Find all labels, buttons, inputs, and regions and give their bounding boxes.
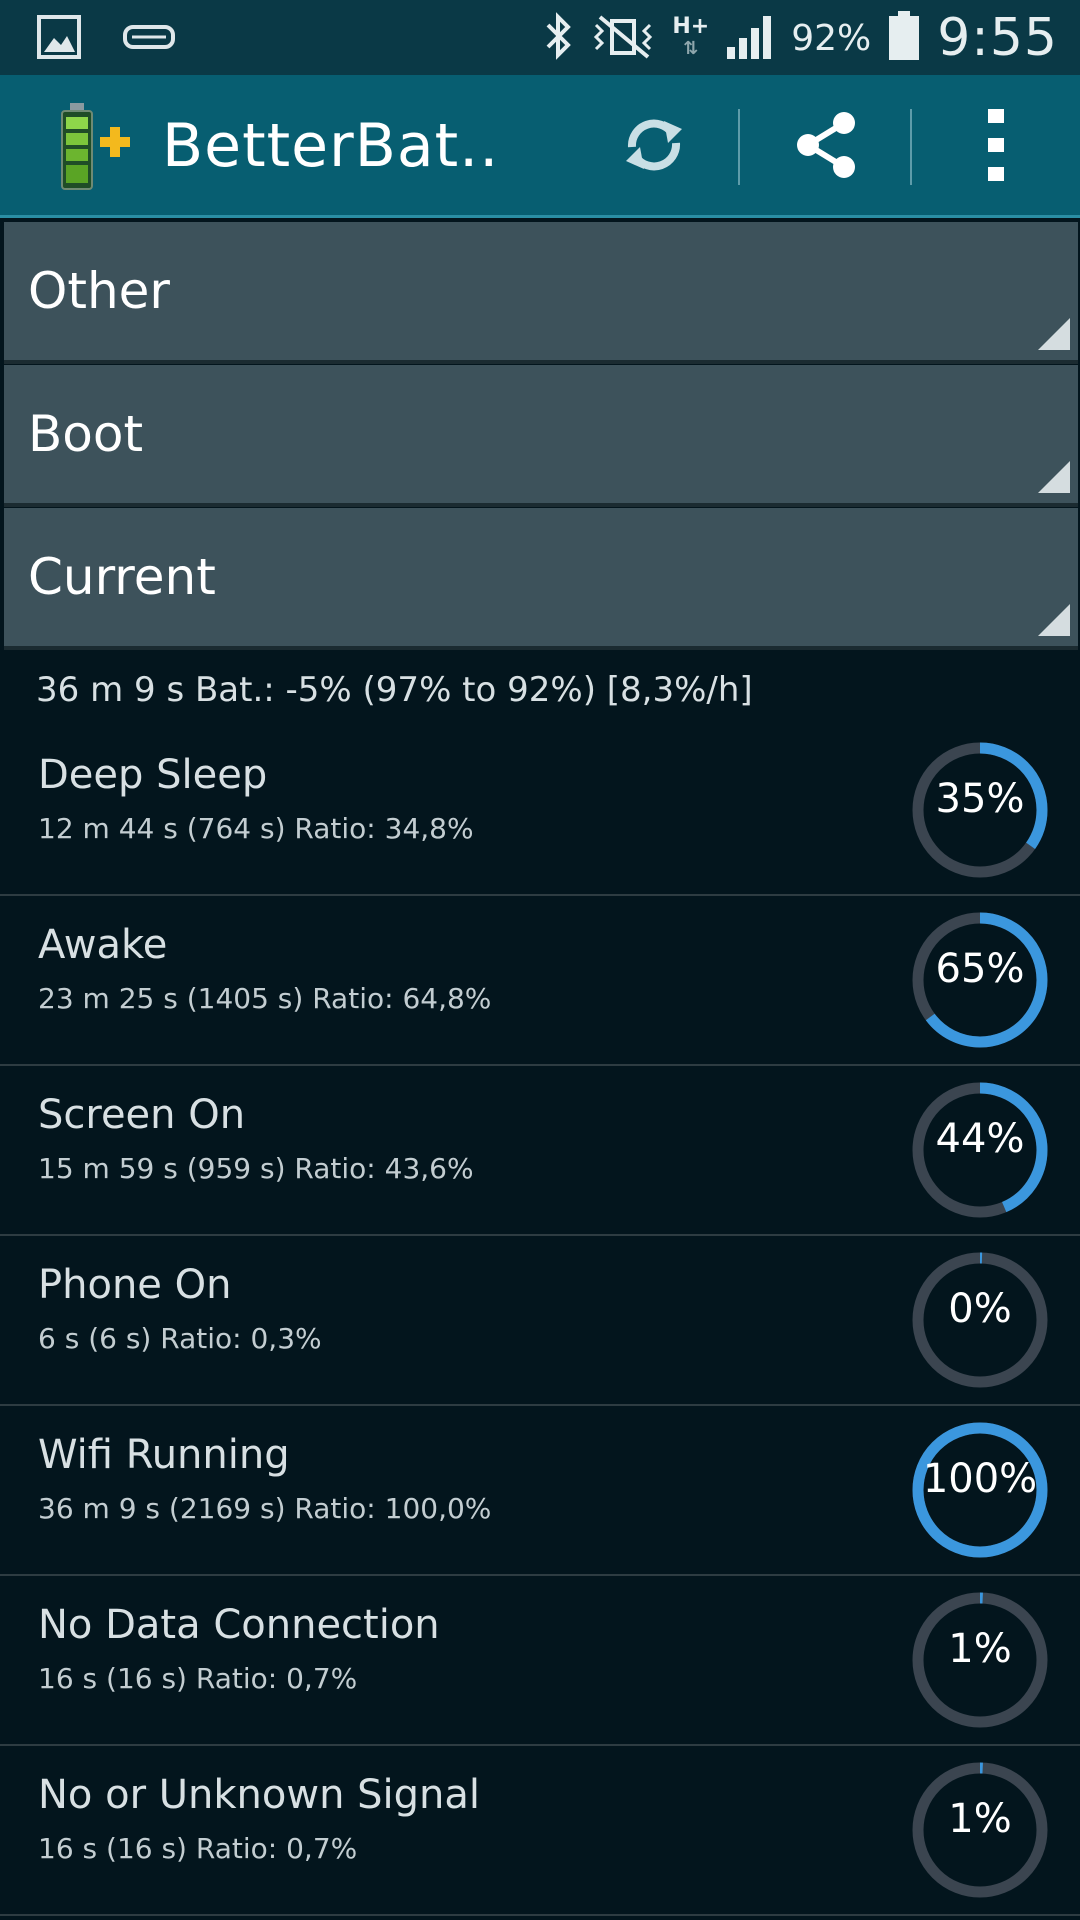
row-detail: 36 m 9 s (2169 s) Ratio: 100,0% (38, 1492, 492, 1525)
dropdown-triangle-icon (1038, 318, 1070, 350)
row-title: No or Unknown Signal (38, 1772, 481, 1818)
row-detail: 16 s (16 s) Ratio: 0,7% (38, 1662, 358, 1695)
network-type-label: H+ (672, 14, 710, 39)
battery-plus-icon[interactable] (56, 103, 136, 197)
list-item[interactable]: Deep Sleep 12 m 44 s (764 s) Ratio: 34,8… (0, 726, 1080, 896)
data-arrows-icon: ⇅ (683, 38, 699, 59)
spinner-other[interactable]: Other (4, 222, 1078, 364)
percent-label: 35% (935, 776, 1025, 822)
overflow-menu-button[interactable] (948, 97, 1044, 193)
spinner-label: Current (28, 548, 216, 606)
spinner-boot[interactable]: Boot (4, 365, 1078, 507)
percent-label: 1% (948, 1626, 1012, 1672)
row-detail: 16 s (16 s) Ratio: 0,7% (38, 1832, 358, 1865)
battery-icon (887, 10, 921, 66)
more-vert-icon (988, 109, 1004, 181)
row-title: Awake (38, 922, 168, 968)
dropdown-triangle-icon (1038, 604, 1070, 636)
status-right: H+ ⇅ 92% 9:55 (542, 6, 1058, 70)
vr-headset-icon (122, 20, 176, 58)
list-item[interactable]: Screen On 15 m 59 s (959 s) Ratio: 43,6%… (0, 1066, 1080, 1236)
percent-label: 65% (935, 946, 1025, 992)
clock: 9:55 (937, 8, 1058, 68)
vibrate-icon (592, 13, 656, 63)
spinner-current[interactable]: Current (4, 508, 1078, 650)
row-title: Phone On (38, 1262, 232, 1308)
battery-summary: 36 m 9 s Bat.: -5% (97% to 92%) [8,3%/h] (36, 670, 753, 710)
list-item[interactable]: Phone On 6 s (6 s) Ratio: 0,3% 0% (0, 1236, 1080, 1406)
row-title: Wifi Running (38, 1432, 290, 1478)
spinner-label: Other (28, 262, 170, 320)
list-item[interactable]: Wifi Running 36 m 9 s (2169 s) Ratio: 10… (0, 1406, 1080, 1576)
battery-percent: 92% (791, 17, 872, 59)
action-bar: BetterBat.. (0, 75, 1080, 218)
dropdown-triangle-icon (1038, 461, 1070, 493)
percent-label: 1% (948, 1796, 1012, 1842)
row-detail: 12 m 44 s (764 s) Ratio: 34,8% (38, 812, 474, 845)
action-divider (910, 109, 912, 185)
status-bar: H+ ⇅ 92% 9:55 (0, 0, 1080, 75)
network-type-icon: H+ ⇅ (672, 16, 709, 60)
status-left (36, 14, 176, 64)
signal-icon (725, 11, 775, 65)
refresh-button[interactable] (606, 97, 702, 193)
app-title: BetterBat.. (162, 111, 500, 181)
action-divider (738, 109, 740, 185)
percent-label: 100% (922, 1456, 1038, 1502)
refresh-icon (626, 119, 682, 171)
spinner-label: Boot (28, 405, 144, 463)
percent-label: 44% (935, 1116, 1025, 1162)
row-title: Deep Sleep (38, 752, 268, 798)
share-icon (797, 112, 855, 178)
row-title: No Data Connection (38, 1602, 440, 1648)
list-item[interactable]: No or Unknown Signal 16 s (16 s) Ratio: … (0, 1746, 1080, 1916)
percent-label: 0% (948, 1286, 1012, 1332)
share-button[interactable] (778, 97, 874, 193)
row-detail: 23 m 25 s (1405 s) Ratio: 64,8% (38, 982, 492, 1015)
list-item[interactable]: Awake 23 m 25 s (1405 s) Ratio: 64,8% 65… (0, 896, 1080, 1066)
gallery-icon (36, 14, 82, 64)
row-detail: 6 s (6 s) Ratio: 0,3% (38, 1322, 322, 1355)
bluetooth-icon (542, 11, 576, 65)
row-detail: 15 m 59 s (959 s) Ratio: 43,6% (38, 1152, 474, 1185)
list-item[interactable]: No Data Connection 16 s (16 s) Ratio: 0,… (0, 1576, 1080, 1746)
row-title: Screen On (38, 1092, 246, 1138)
